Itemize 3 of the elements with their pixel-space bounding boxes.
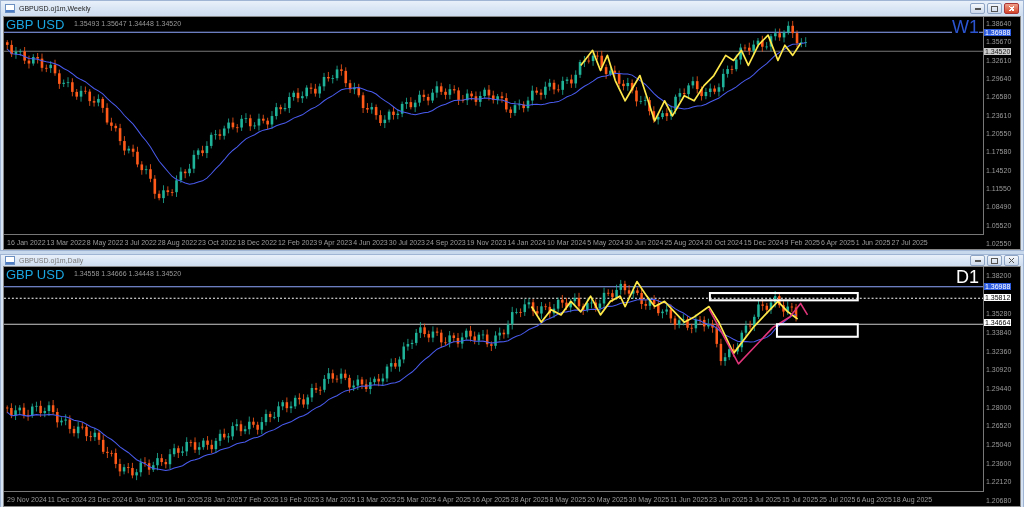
symbol-label: GBP USD: [6, 18, 65, 31]
timeframe-label: W1: [952, 18, 979, 36]
symbol-label: GBP USD: [6, 268, 65, 282]
